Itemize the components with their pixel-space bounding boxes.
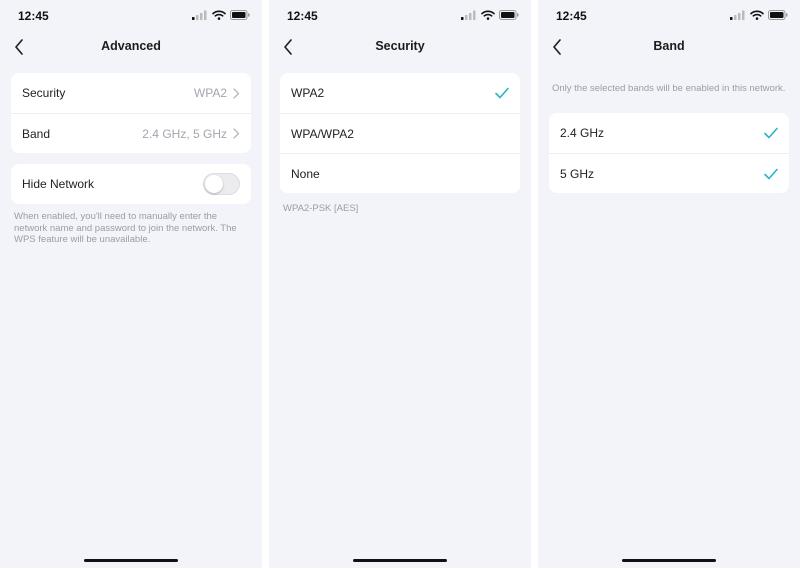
wifi-icon	[481, 10, 495, 20]
signal-icon	[461, 10, 476, 20]
option-label: WPA/WPA2	[291, 126, 354, 141]
security-value: WPA2	[193, 86, 227, 100]
status-time: 12:45	[18, 9, 49, 23]
home-indicator[interactable]	[353, 558, 447, 562]
security-options-card: WPA2 WPA/WPA2 None	[280, 73, 520, 193]
battery-icon	[768, 10, 788, 20]
status-icons	[192, 10, 250, 20]
page-title: Advanced	[101, 39, 161, 53]
security-mode-note: WPA2-PSK [AES]	[283, 203, 359, 214]
nav-bar: Security	[269, 30, 531, 64]
nav-bar: Advanced	[0, 30, 262, 64]
hide-network-card: Hide Network	[11, 164, 251, 204]
signal-icon	[730, 10, 745, 20]
status-time: 12:45	[556, 9, 587, 23]
hide-network-note: When enabled, you'll need to manually en…	[14, 211, 237, 245]
battery-icon	[230, 10, 250, 20]
option-label: 2.4 GHz	[560, 126, 605, 140]
page-title: Security	[375, 39, 425, 53]
chevron-right-icon	[233, 128, 240, 139]
status-icons	[730, 10, 788, 20]
status-icons	[461, 10, 519, 20]
checkmark-icon	[495, 87, 509, 99]
checkmark-icon	[764, 127, 778, 139]
wifi-icon	[750, 10, 764, 20]
toggle-knob	[205, 175, 223, 193]
home-indicator[interactable]	[622, 558, 716, 562]
security-label: Security	[22, 86, 66, 100]
security-value-group: WPA2	[194, 86, 240, 100]
security-screen: 12:45 Security WPA2 WPA/WPA2 None WPA2-P…	[269, 0, 531, 568]
advanced-screen: 12:45 Advanced Security WPA2 Band 2.4 GH…	[0, 0, 262, 568]
home-indicator[interactable]	[84, 558, 178, 562]
option-label: WPA2	[291, 86, 325, 100]
hide-network-toggle[interactable]	[203, 173, 240, 195]
option-label: 5 GHz	[560, 166, 595, 181]
band-option-2-4ghz[interactable]: 2.4 GHz	[549, 113, 789, 153]
security-option-wpa2[interactable]: WPA2	[280, 73, 520, 113]
wifi-icon	[212, 10, 226, 20]
hide-network-label: Hide Network	[22, 177, 95, 191]
chevron-right-icon	[233, 87, 240, 99]
status-time: 12:45	[287, 9, 318, 23]
band-label: Band	[22, 126, 51, 141]
status-bar: 12:45	[538, 0, 800, 30]
page-title: Band	[653, 39, 685, 53]
band-row[interactable]: Band 2.4 GHz, 5 GHz	[11, 113, 251, 153]
signal-icon	[192, 10, 207, 20]
checkmark-icon	[764, 168, 778, 180]
band-value: 2.4 GHz, 5 GHz	[142, 126, 227, 141]
band-options-card: 2.4 GHz 5 GHz	[549, 113, 789, 193]
hide-network-row: Hide Network	[11, 164, 251, 204]
security-row[interactable]: Security WPA2	[11, 73, 251, 113]
band-screen: 12:45 Band Only the selected bands will …	[538, 0, 800, 568]
band-value-group: 2.4 GHz, 5 GHz	[142, 127, 240, 141]
nav-bar: Band	[538, 30, 800, 64]
status-bar: 12:45	[269, 0, 531, 30]
settings-card: Security WPA2 Band 2.4 GHz, 5 GHz	[11, 73, 251, 153]
security-option-none[interactable]: None	[280, 153, 520, 193]
band-note: Only the selected bands will be enabled …	[552, 83, 786, 94]
status-bar: 12:45	[0, 0, 262, 30]
band-option-5ghz[interactable]: 5 GHz	[549, 153, 789, 193]
option-label: None	[291, 166, 320, 181]
battery-icon	[499, 10, 519, 20]
security-option-wpa-wpa2[interactable]: WPA/WPA2	[280, 113, 520, 153]
